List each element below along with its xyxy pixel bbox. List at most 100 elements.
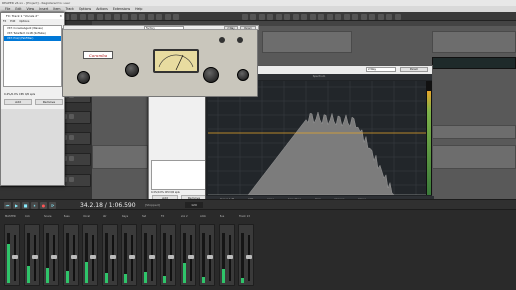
fader-handle[interactable]	[12, 255, 18, 259]
toolbar-button[interactable]	[318, 13, 324, 20]
toolbar-button[interactable]	[79, 13, 86, 20]
mixer-channel[interactable]: Vox 2	[179, 215, 196, 286]
toolbar-button[interactable]	[377, 13, 384, 20]
fx-menu-item[interactable]: Options	[19, 20, 29, 23]
close-icon[interactable]: ✕	[59, 13, 62, 19]
param-button[interactable]: Param	[400, 67, 428, 72]
fx-icon[interactable]	[69, 156, 74, 161]
menu-item[interactable]: Options	[79, 7, 91, 11]
fader-handle[interactable]	[207, 255, 213, 259]
toolbar-button[interactable]	[250, 13, 256, 20]
fx-icon[interactable]	[69, 135, 74, 140]
plugin-preset-dropdown[interactable]: Factory	[144, 26, 184, 30]
menu-item[interactable]: View	[27, 7, 35, 11]
menu-item[interactable]: Item	[53, 7, 60, 11]
fader-handle[interactable]	[109, 255, 116, 259]
gain-knob[interactable]	[77, 71, 90, 84]
toolbar-button[interactable]	[292, 13, 299, 20]
mixer-channel[interactable]: Kick	[23, 215, 40, 286]
fx-menu-item[interactable]: FX	[3, 20, 6, 23]
fader-handle[interactable]	[226, 255, 233, 259]
menu-item[interactable]: Actions	[96, 7, 108, 11]
toolbar-button[interactable]	[88, 13, 94, 20]
toolbar-button[interactable]	[71, 13, 77, 20]
bpm-field[interactable]: 120	[185, 202, 203, 208]
preset-dropdown[interactable]: 2-Way	[366, 67, 396, 72]
mixer-channel[interactable]: FX	[160, 215, 176, 286]
toolbar-button[interactable]	[386, 13, 392, 20]
fader-handle[interactable]	[168, 255, 174, 259]
media-item[interactable]	[432, 57, 516, 69]
toolbar-button[interactable]	[335, 13, 341, 20]
toolbar-button[interactable]	[156, 13, 162, 20]
menu-item[interactable]: Extensions	[113, 7, 130, 11]
fader-handle[interactable]	[31, 255, 38, 259]
fader-handle[interactable]	[187, 255, 194, 259]
toolbar-button[interactable]	[164, 13, 171, 20]
toolbar-button[interactable]	[96, 13, 103, 20]
media-item[interactable]	[432, 125, 516, 139]
mixer-channel[interactable]: Snare	[43, 215, 59, 286]
media-item[interactable]	[92, 145, 148, 169]
menu-item[interactable]: Track	[66, 7, 74, 11]
spectrum-plot[interactable]	[208, 81, 426, 195]
fader-handle[interactable]	[129, 255, 135, 259]
toolbar-button[interactable]	[369, 13, 375, 20]
release-knob[interactable]	[203, 67, 219, 83]
toolbar-button[interactable]	[284, 13, 290, 20]
fx-list-2[interactable]	[151, 160, 207, 190]
fx-icon[interactable]	[69, 177, 74, 182]
mixer-channel[interactable]: Amb	[199, 215, 215, 286]
toolbar-button[interactable]	[360, 13, 367, 20]
mixer-channel[interactable]: Vocal	[82, 215, 98, 286]
toolbar-button[interactable]	[139, 13, 145, 20]
toolbar-button[interactable]	[173, 13, 179, 20]
fx-list[interactable]: VST: ConsoleAgent (Waves) VST: TubeTech C…	[3, 25, 62, 87]
toolbar-button[interactable]	[130, 13, 137, 20]
go-start-icon[interactable]: ⏮	[4, 202, 11, 209]
toolbar-button[interactable]	[241, 13, 248, 20]
output-knob[interactable]	[237, 69, 249, 81]
mixer-channel[interactable]: Track 13	[238, 215, 254, 286]
menu-item[interactable]: Edit	[15, 7, 21, 11]
toolbar-button[interactable]	[267, 13, 273, 20]
repeat-icon[interactable]: ⟳	[49, 202, 56, 209]
mixer-channel[interactable]: Bus	[218, 215, 235, 286]
fx-icon[interactable]	[69, 114, 74, 119]
toolbar-button[interactable]	[301, 13, 307, 20]
play-icon[interactable]: ▶	[13, 202, 20, 209]
stop-icon[interactable]: ■	[22, 202, 29, 209]
mixer-channel[interactable]: Gtr	[101, 215, 118, 286]
fader-handle[interactable]	[246, 255, 252, 259]
fader-handle[interactable]	[51, 255, 57, 259]
toolbar-button[interactable]	[275, 13, 282, 20]
fx-chain-window[interactable]: FX: Track 1 "Vocals 2" ✕ FX Edit Options V…	[0, 12, 65, 186]
record-icon[interactable]: ●	[40, 202, 47, 209]
media-item[interactable]	[432, 31, 516, 53]
ratio-knob[interactable]	[125, 63, 139, 77]
toolbar-button[interactable]	[352, 13, 358, 20]
toolbar-button[interactable]	[309, 13, 316, 20]
toolbar-button[interactable]	[394, 13, 401, 20]
mixer-channel[interactable]: Pad	[140, 215, 157, 286]
menu-item[interactable]: Insert	[39, 7, 48, 11]
toolbar-button[interactable]	[343, 13, 350, 20]
fx-list-item[interactable]: VST: ProQ (FabFilter)	[4, 36, 61, 41]
toolbar-button[interactable]	[113, 13, 120, 20]
mixer-channel[interactable]: Bass	[62, 215, 79, 286]
toolbar-button[interactable]	[258, 13, 265, 20]
fader-handle[interactable]	[90, 255, 96, 259]
pause-icon[interactable]: ⏸	[31, 202, 38, 209]
media-item[interactable]	[262, 31, 352, 53]
plugin-param-button[interactable]: Param	[240, 26, 256, 30]
toolbar-button[interactable]	[326, 13, 333, 20]
mixer-channel[interactable]: Keys	[121, 215, 137, 286]
toolbar-button[interactable]	[122, 13, 128, 20]
fader-handle[interactable]	[148, 255, 155, 259]
toolbar-button[interactable]	[105, 13, 111, 20]
plugin-2way-button[interactable]: 2-Way	[224, 26, 238, 30]
media-item[interactable]	[432, 145, 516, 169]
remove-fx-button[interactable]: Remove	[35, 99, 63, 105]
add-fx-button[interactable]: Add	[4, 99, 32, 105]
menu-item[interactable]: File	[5, 7, 10, 11]
